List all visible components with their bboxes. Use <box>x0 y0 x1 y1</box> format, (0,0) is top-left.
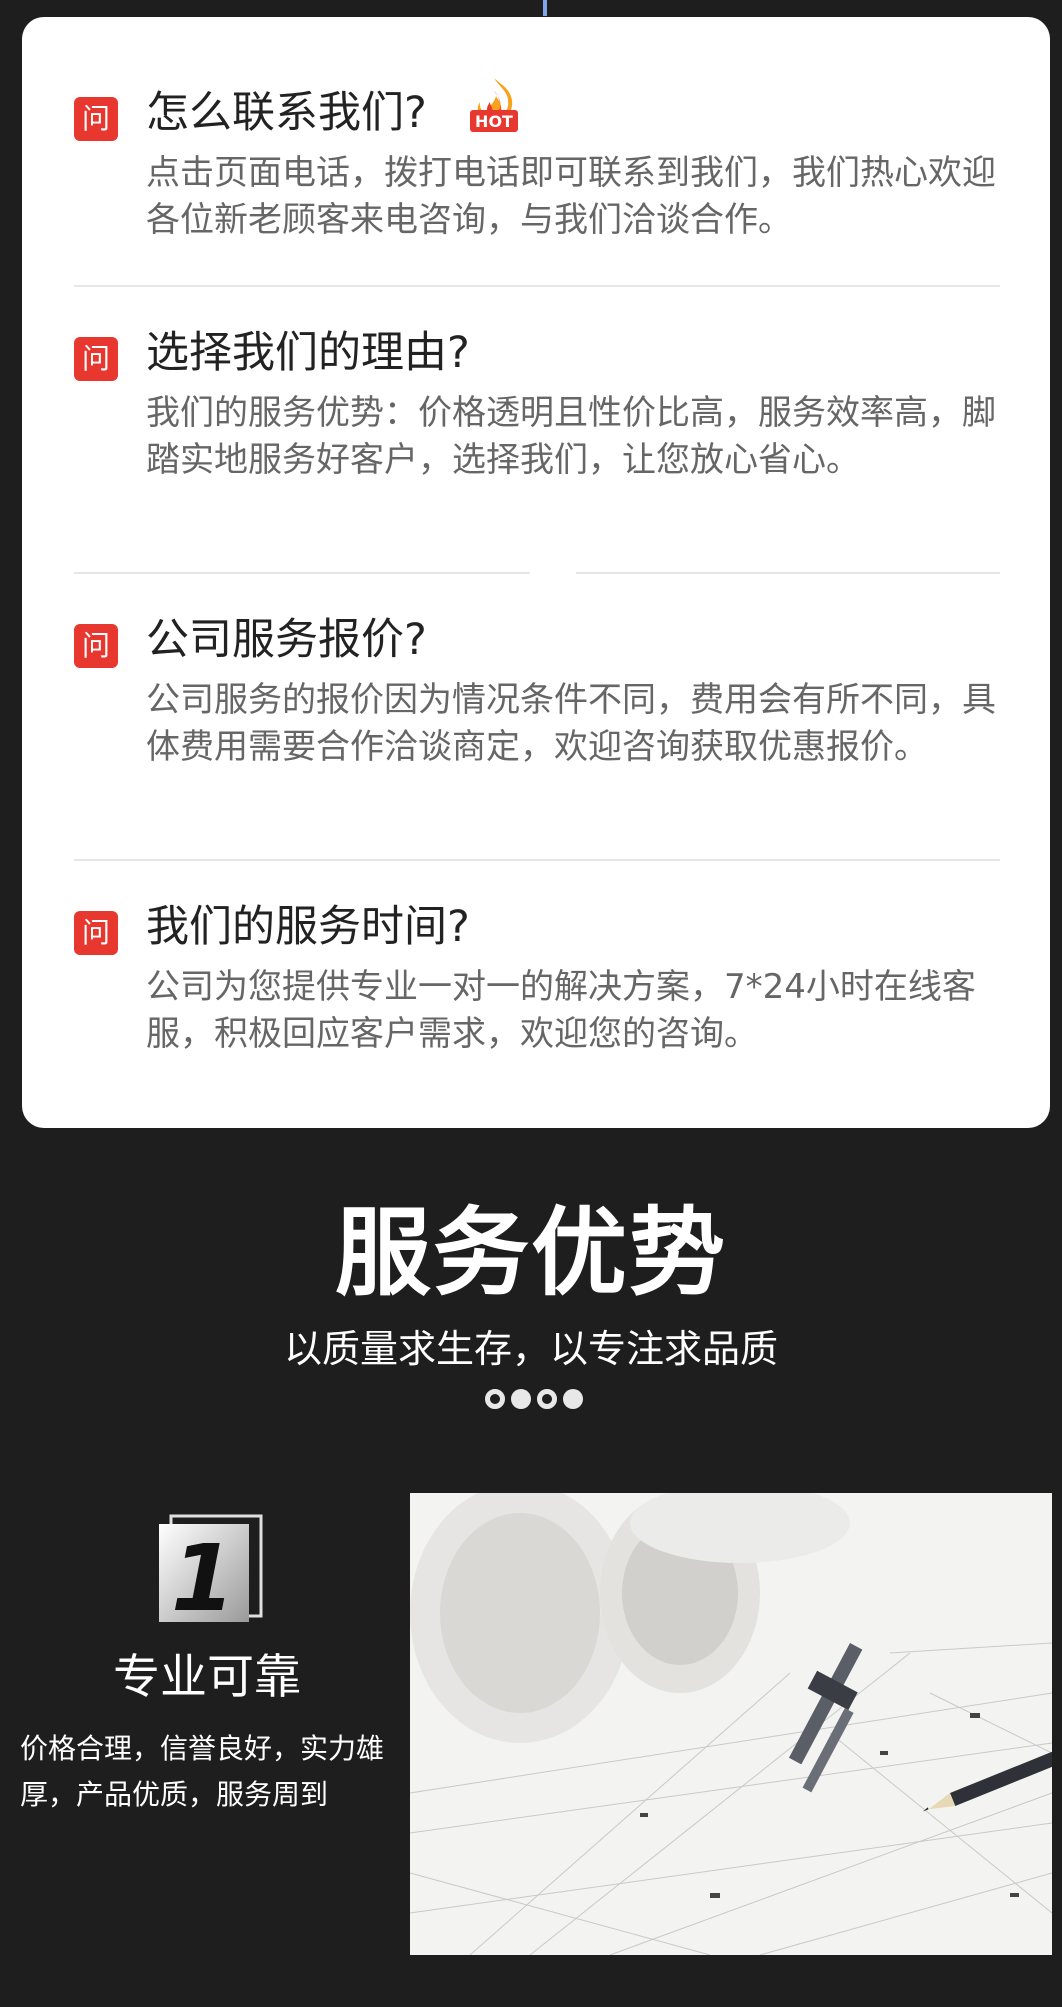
fire-hot-icon: HOT <box>470 78 518 132</box>
faq-question: 我们的服务时间? <box>146 902 470 952</box>
pager-dot[interactable] <box>563 1389 583 1409</box>
divider <box>74 572 1000 574</box>
section-subtitle: 以质量求生存，以专注求品质 <box>283 1327 778 1371</box>
faq-answer: 点击页面电话，拨打电话即可联系到我们，我们热心欢迎各位新老顾客来电咨询，与我们洽… <box>146 153 996 240</box>
divider <box>74 859 1000 861</box>
feature-title: 专业可靠 <box>113 1650 301 1705</box>
top-accent-line <box>543 0 547 16</box>
blueprint-drafting-tools-image <box>410 1493 1052 1955</box>
pager-dots <box>485 1389 583 1413</box>
faq-answer: 公司为您提供专业一对一的解决方案，7*24小时在线客服，积极回应客户需求，欢迎您… <box>146 967 976 1054</box>
faq-card: 问 怎么联系我们? HOT 点击页面电话，拨打电话即可联系到我们，我们热心欢迎各… <box>22 17 1050 1128</box>
pager-dot[interactable] <box>537 1389 557 1409</box>
feature-description: 价格合理，信誉良好，实力雄厚，产品优质，服务周到 <box>20 1732 385 1811</box>
faq-answer: 公司服务的报价因为情况条件不同，费用会有所不同，具体费用需要合作洽谈商定，欢迎咨… <box>146 680 996 767</box>
faq-answer: 我们的服务优势：价格透明且性价比高，服务效率高，脚踏实地服务好客户，选择我们，让… <box>146 393 996 480</box>
question-badge: 问 <box>74 337 118 381</box>
faq-question: 选择我们的理由? <box>146 328 470 378</box>
faq-question: 公司服务报价? <box>146 615 427 665</box>
question-badge: 问 <box>74 97 118 141</box>
pager-dot[interactable] <box>485 1389 505 1409</box>
feature-number: 1 <box>171 1525 235 1624</box>
divider <box>74 285 1000 287</box>
hot-label: HOT <box>475 112 513 131</box>
question-badge: 问 <box>74 911 118 955</box>
section-title: 服务优势 <box>335 1197 727 1309</box>
number-one-icon: 1 <box>159 1514 263 1624</box>
pager-dot[interactable] <box>511 1389 531 1409</box>
question-badge: 问 <box>74 624 118 668</box>
faq-question: 怎么联系我们? <box>146 88 427 138</box>
